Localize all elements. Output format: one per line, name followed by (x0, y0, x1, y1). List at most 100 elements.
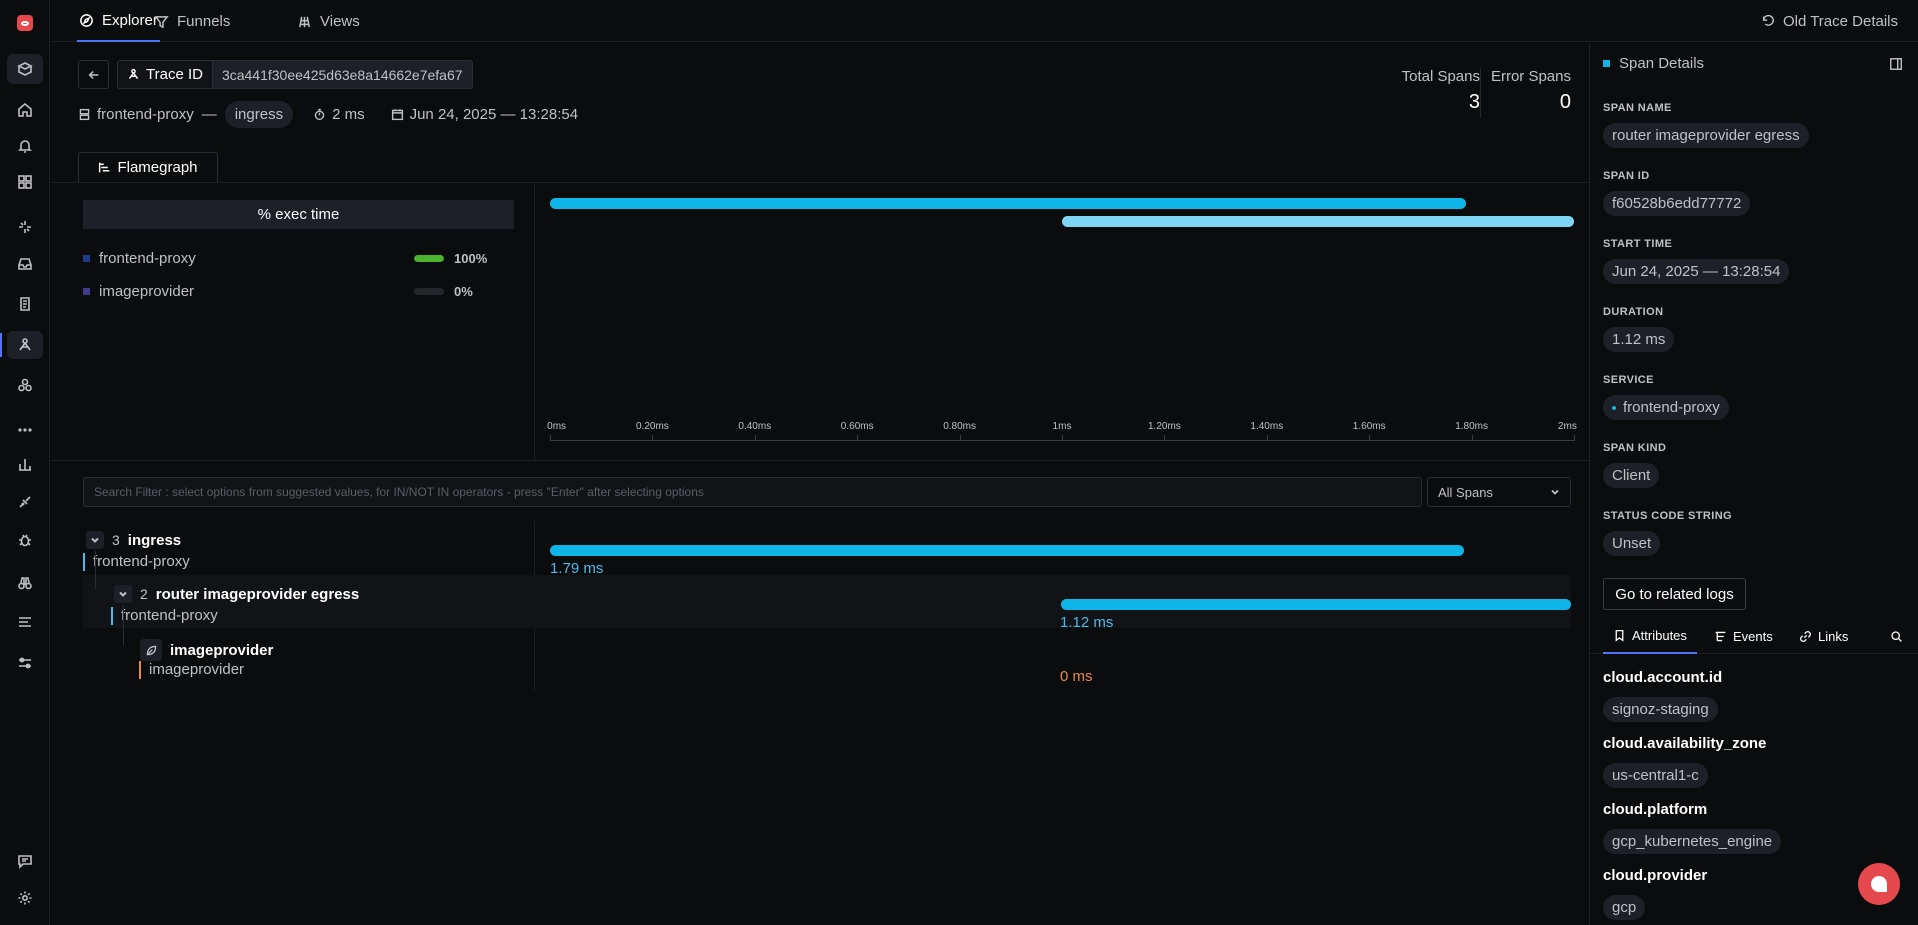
dashboards-grid-icon[interactable] (13, 170, 37, 194)
tab-explorer[interactable]: Explorer (77, 0, 160, 42)
flamegraph-split-divider (534, 183, 535, 461)
attribute-value[interactable]: gcp_kubernetes_engine (1603, 829, 1782, 854)
axis-tick-label: 1.40ms (1250, 421, 1284, 432)
field-value[interactable]: Unset (1603, 531, 1661, 556)
attributes-search-icon[interactable] (1890, 618, 1903, 654)
trace-id-box[interactable]: Trace ID 3ca441f30ee425d63e8a14662e7efa6… (117, 60, 473, 89)
span-duration-label: 1.12 ms (1060, 614, 1114, 631)
exec-service-row[interactable]: frontend-proxy 100% (83, 248, 503, 268)
services-hexagon-icon[interactable] (13, 373, 37, 397)
traces-icon[interactable] (7, 331, 43, 359)
tab-links-label: Links (1818, 628, 1849, 644)
leaf-icon (140, 639, 162, 661)
flamegraph-span-bar[interactable] (550, 198, 1467, 209)
attribute-value[interactable]: us-central1-c (1603, 763, 1708, 788)
undo-icon (1762, 14, 1774, 26)
axis-tick-mark (550, 435, 551, 441)
settings-gear-icon[interactable] (13, 886, 37, 910)
trace-icon (128, 68, 139, 79)
trace-meta-row: frontend-proxy — ingress 2 ms Jun 24, 20… (78, 100, 578, 128)
exceptions-bug-icon[interactable] (13, 528, 37, 552)
field-value[interactable]: f60528b6edd77772 (1603, 191, 1751, 216)
tab-attributes[interactable]: Attributes (1603, 618, 1697, 654)
field-key: SPAN ID (1603, 170, 1650, 182)
field-value[interactable]: frontend-proxy (1603, 395, 1729, 420)
support-chat-button[interactable] (1858, 863, 1900, 905)
axis-tick-mark (959, 435, 961, 441)
field-key: SERVICE (1603, 374, 1654, 386)
axis-tick-label: 1ms (1052, 421, 1072, 432)
exec-time-bar-fill (414, 254, 444, 262)
attribute-value[interactable]: signoz-staging (1603, 697, 1718, 722)
tab-explorer-label: Explorer (102, 11, 158, 29)
tab-views[interactable]: Views (297, 0, 360, 42)
active-nav-indicator (0, 333, 2, 357)
feedback-chat-icon[interactable] (13, 849, 37, 873)
tab-events[interactable]: Events (1714, 618, 1773, 654)
trace-timestamp: Jun 24, 2025 — 13:28:54 (409, 105, 579, 123)
field-value[interactable]: 1.12 ms (1603, 327, 1675, 352)
field-value[interactable]: Client (1603, 463, 1660, 488)
axis-tick-mark (754, 435, 756, 441)
span-kind-value: Client (1612, 467, 1651, 484)
exec-service-row[interactable]: imageprovider 0% (83, 281, 503, 301)
field-key: SPAN NAME (1603, 102, 1672, 114)
span-row-router-imageprovider-egress[interactable]: 2 router imageprovider egress (114, 585, 359, 603)
inbox-icon[interactable] (13, 252, 37, 276)
bookmark-icon (1615, 629, 1624, 642)
span-duration-bar[interactable] (1060, 599, 1571, 610)
home-icon[interactable] (13, 98, 37, 122)
tree-connector (95, 551, 96, 589)
span-row-imageprovider[interactable]: imageprovider (140, 639, 273, 661)
metrics-bar-chart-icon[interactable] (13, 452, 37, 476)
attribute-key: cloud.availability_zone (1603, 735, 1767, 752)
get-started-icon[interactable] (7, 54, 43, 84)
stats-divider (1480, 68, 1481, 118)
error-spans-value: 0 (1559, 91, 1571, 113)
spans-type-select[interactable]: All Spans (1427, 477, 1571, 507)
logs-scroll-icon[interactable] (13, 292, 37, 316)
axis-tick-label: 0.80ms (943, 421, 976, 432)
collapse-panel-icon[interactable] (1889, 57, 1905, 73)
span-duration-bar[interactable] (550, 545, 1464, 556)
attribute-value[interactable]: gcp (1603, 895, 1646, 920)
attribute-key: cloud.provider (1603, 867, 1708, 884)
spans-select-value: All Spans (1438, 484, 1493, 500)
sparkle-icon[interactable] (13, 215, 37, 239)
old-trace-details-link[interactable]: Old Trace Details (1761, 0, 1898, 42)
attribute-key: cloud.platform (1603, 801, 1708, 818)
total-spans-value: 3 (1468, 91, 1480, 113)
axis-tick-mark (857, 435, 859, 441)
binoculars-icon[interactable] (13, 571, 37, 595)
span-id-value: f60528b6edd77772 (1612, 195, 1742, 212)
integrations-plug-icon[interactable] (13, 490, 37, 514)
collapse-caret-icon[interactable] (86, 531, 104, 549)
tab-flamegraph[interactable]: Flamegraph (78, 152, 218, 182)
trace-service-name: frontend-proxy (97, 105, 194, 123)
span-child-count: 3 (112, 532, 120, 548)
attribute-value-text: signoz-staging (1612, 701, 1709, 718)
tab-funnels[interactable]: Funnels (154, 0, 230, 42)
field-key: STATUS CODE STRING (1603, 510, 1733, 522)
tab-links[interactable]: Links (1799, 618, 1848, 654)
service-dot (1612, 405, 1616, 410)
collapse-caret-icon[interactable] (114, 585, 132, 603)
span-search-filter[interactable]: Search Filter : select options from sugg… (83, 477, 1422, 507)
alerts-bell-icon[interactable] (13, 134, 37, 158)
logo-icon[interactable] (17, 15, 33, 31)
go-to-related-logs-button[interactable]: Go to related logs (1603, 578, 1746, 610)
back-button[interactable] (78, 60, 109, 89)
tab-funnels-label: Funnels (177, 12, 231, 30)
span-row-ingress[interactable]: 3 ingress (86, 531, 181, 549)
pipelines-list-icon[interactable] (13, 610, 37, 634)
flamegraph-span-bar[interactable] (1062, 216, 1574, 227)
more-dots-icon[interactable] (13, 418, 37, 442)
left-sidebar (0, 0, 50, 925)
settings-sliders-icon[interactable] (13, 651, 37, 675)
tab-attributes-label: Attributes (1632, 627, 1687, 643)
field-value[interactable]: Jun 24, 2025 — 13:28:54 (1603, 259, 1790, 284)
axis-tick-label: 2ms (1557, 421, 1577, 432)
funnel-icon (154, 15, 169, 28)
field-value[interactable]: router imageprovider egress (1603, 123, 1809, 148)
attribute-value-text: us-central1-c (1612, 767, 1699, 784)
